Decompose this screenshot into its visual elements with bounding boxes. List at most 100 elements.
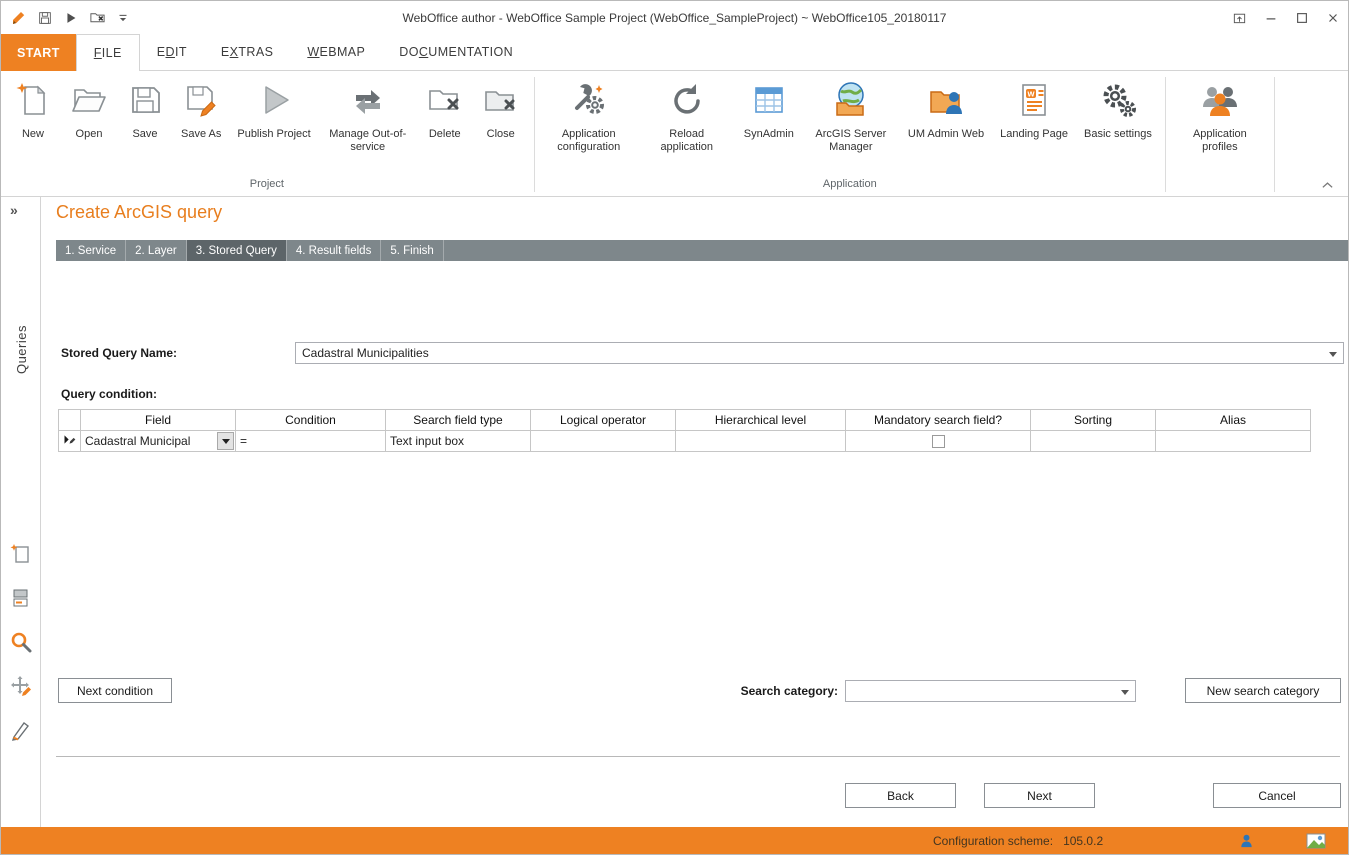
close-project-icon: [481, 80, 521, 123]
minimize-icon[interactable]: [1255, 1, 1286, 34]
wizard-step-result-fields[interactable]: 4. Result fields: [287, 240, 381, 261]
application-window: WebOffice author - WebOffice Sample Proj…: [0, 0, 1349, 855]
new-document-icon: [13, 80, 53, 123]
row-selector-header: [59, 410, 81, 431]
search-category-label: Search category:: [641, 680, 838, 702]
field-cell[interactable]: Cadastral Municipal: [81, 431, 236, 452]
redlining-pen-icon[interactable]: [6, 715, 36, 745]
column-header-mandatory: Mandatory search field?: [846, 410, 1031, 431]
open-button[interactable]: Open: [61, 78, 117, 143]
sorting-cell[interactable]: [1031, 431, 1156, 452]
ribbon-group-project: New Open Save Save As Publish Project: [3, 73, 531, 196]
tab-start[interactable]: START: [1, 34, 76, 71]
um-admin-web-button[interactable]: UM Admin Web: [900, 78, 992, 143]
wizard-step-stored-query[interactable]: 3. Stored Query: [187, 240, 287, 261]
configuration-scheme-status: Configuration scheme:105.0.2: [933, 827, 1103, 854]
tab-file[interactable]: FILE: [76, 34, 140, 71]
quick-save-icon[interactable]: [35, 8, 55, 28]
column-header-sorting: Sorting: [1031, 410, 1156, 431]
ribbon-pin-icon[interactable]: [1224, 1, 1255, 34]
cancel-button[interactable]: Cancel: [1213, 783, 1341, 808]
ribbon: New Open Save Save As Publish Project: [1, 71, 1348, 197]
ribbon-separator: [1165, 77, 1166, 192]
application-configuration-button[interactable]: Application configuration: [540, 78, 638, 156]
sidebar-panel-tab-queries[interactable]: Queries: [1, 325, 41, 374]
synadmin-button[interactable]: SynAdmin: [736, 78, 802, 143]
sidebar-toolbar: [1, 539, 41, 745]
stored-query-name-label: Stored Query Name:: [61, 342, 177, 364]
stored-query-name-combobox[interactable]: Cadastral Municipalities: [295, 342, 1344, 364]
logical-operator-cell[interactable]: [531, 431, 676, 452]
column-header-alias: Alias: [1156, 410, 1311, 431]
tab-edit[interactable]: EDIT: [140, 34, 204, 70]
query-search-icon[interactable]: [6, 627, 36, 657]
close-button[interactable]: Close: [473, 78, 529, 143]
window-controls: [1224, 1, 1348, 34]
group-label-project: Project: [3, 178, 531, 196]
wizard-step-finish[interactable]: 5. Finish: [381, 240, 443, 261]
body-area: » Queries Cre: [1, 197, 1348, 827]
manage-out-of-service-button[interactable]: Manage Out-of-service: [319, 78, 417, 156]
collapse-ribbon-icon[interactable]: [1319, 179, 1335, 191]
new-search-category-button[interactable]: New search category: [1185, 678, 1341, 703]
search-field-type-cell[interactable]: Text input box: [386, 431, 531, 452]
new-query-icon[interactable]: [6, 539, 36, 569]
ribbon-tab-strip: START FILE EDIT EXTRAS WEBMAP DOCUMENTAT…: [1, 34, 1348, 71]
basic-settings-button[interactable]: Basic settings: [1076, 78, 1160, 143]
close-window-icon[interactable]: [1317, 1, 1348, 34]
publish-project-button[interactable]: Publish Project: [229, 78, 318, 143]
ribbon-separator: [534, 77, 535, 192]
column-header-hierarchical-level: Hierarchical level: [676, 410, 846, 431]
query-condition-label: Query condition:: [61, 383, 157, 405]
delete-button[interactable]: Delete: [417, 78, 473, 143]
row-edit-indicator[interactable]: [59, 431, 81, 452]
table-row: Cadastral Municipal = Text input box: [59, 431, 1311, 452]
qat-customize-dropdown-icon[interactable]: [113, 8, 133, 28]
ribbon-group-application: Application configuration Reload applica…: [538, 73, 1162, 196]
landing-page-button[interactable]: w Landing Page: [992, 78, 1076, 143]
application-profiles-button[interactable]: Application profiles: [1171, 78, 1269, 156]
next-condition-button[interactable]: Next condition: [58, 678, 172, 703]
quick-close-project-icon[interactable]: [87, 8, 107, 28]
layers-icon[interactable]: [6, 583, 36, 613]
application-configuration-icon: [569, 80, 609, 123]
column-header-condition: Condition: [236, 410, 386, 431]
edit-geometry-icon[interactable]: [6, 671, 36, 701]
basic-settings-icon: [1098, 80, 1138, 123]
user-status-icon[interactable]: [1236, 831, 1256, 850]
mandatory-cell[interactable]: [846, 431, 1031, 452]
condition-cell[interactable]: =: [236, 431, 386, 452]
tab-extras[interactable]: EXTRAS: [204, 34, 290, 70]
stored-query-name-value: Cadastral Municipalities: [302, 346, 429, 360]
wizard-step-layer[interactable]: 2. Layer: [126, 240, 187, 261]
alias-cell[interactable]: [1156, 431, 1311, 452]
save-as-button[interactable]: Save As: [173, 78, 229, 143]
sidebar-expand-button[interactable]: »: [1, 197, 40, 223]
back-button[interactable]: Back: [845, 783, 956, 808]
delete-project-icon: [425, 80, 465, 123]
landing-page-icon: w: [1014, 80, 1054, 123]
group-label-application: Application: [538, 178, 1162, 196]
save-button[interactable]: Save: [117, 78, 173, 143]
tab-webmap[interactable]: WEBMAP: [290, 34, 382, 70]
app-pen-icon: [9, 8, 29, 28]
new-button[interactable]: New: [5, 78, 61, 143]
ribbon-group-profiles: Application profiles: [1169, 73, 1271, 196]
hierarchical-level-cell[interactable]: [676, 431, 846, 452]
column-header-field: Field: [81, 410, 236, 431]
map-status-icon[interactable]: [1306, 831, 1326, 850]
chevron-down-icon: [1329, 352, 1337, 357]
open-folder-icon: [69, 80, 109, 123]
wizard-step-service[interactable]: 1. Service: [56, 240, 126, 261]
wizard-steps-bar: 1. Service 2. Layer 3. Stored Query 4. R…: [56, 240, 1348, 261]
arcgis-server-manager-button[interactable]: ArcGIS Server Manager: [802, 78, 900, 156]
mandatory-checkbox[interactable]: [932, 435, 945, 448]
reload-application-button[interactable]: Reload application: [638, 78, 736, 156]
quick-publish-icon[interactable]: [61, 8, 81, 28]
field-dropdown-icon[interactable]: [217, 432, 234, 450]
search-category-combobox[interactable]: [845, 680, 1136, 702]
tab-documentation[interactable]: DOCUMENTATION: [382, 34, 530, 70]
save-as-icon: [181, 80, 221, 123]
next-button[interactable]: Next: [984, 783, 1095, 808]
maximize-icon[interactable]: [1286, 1, 1317, 34]
